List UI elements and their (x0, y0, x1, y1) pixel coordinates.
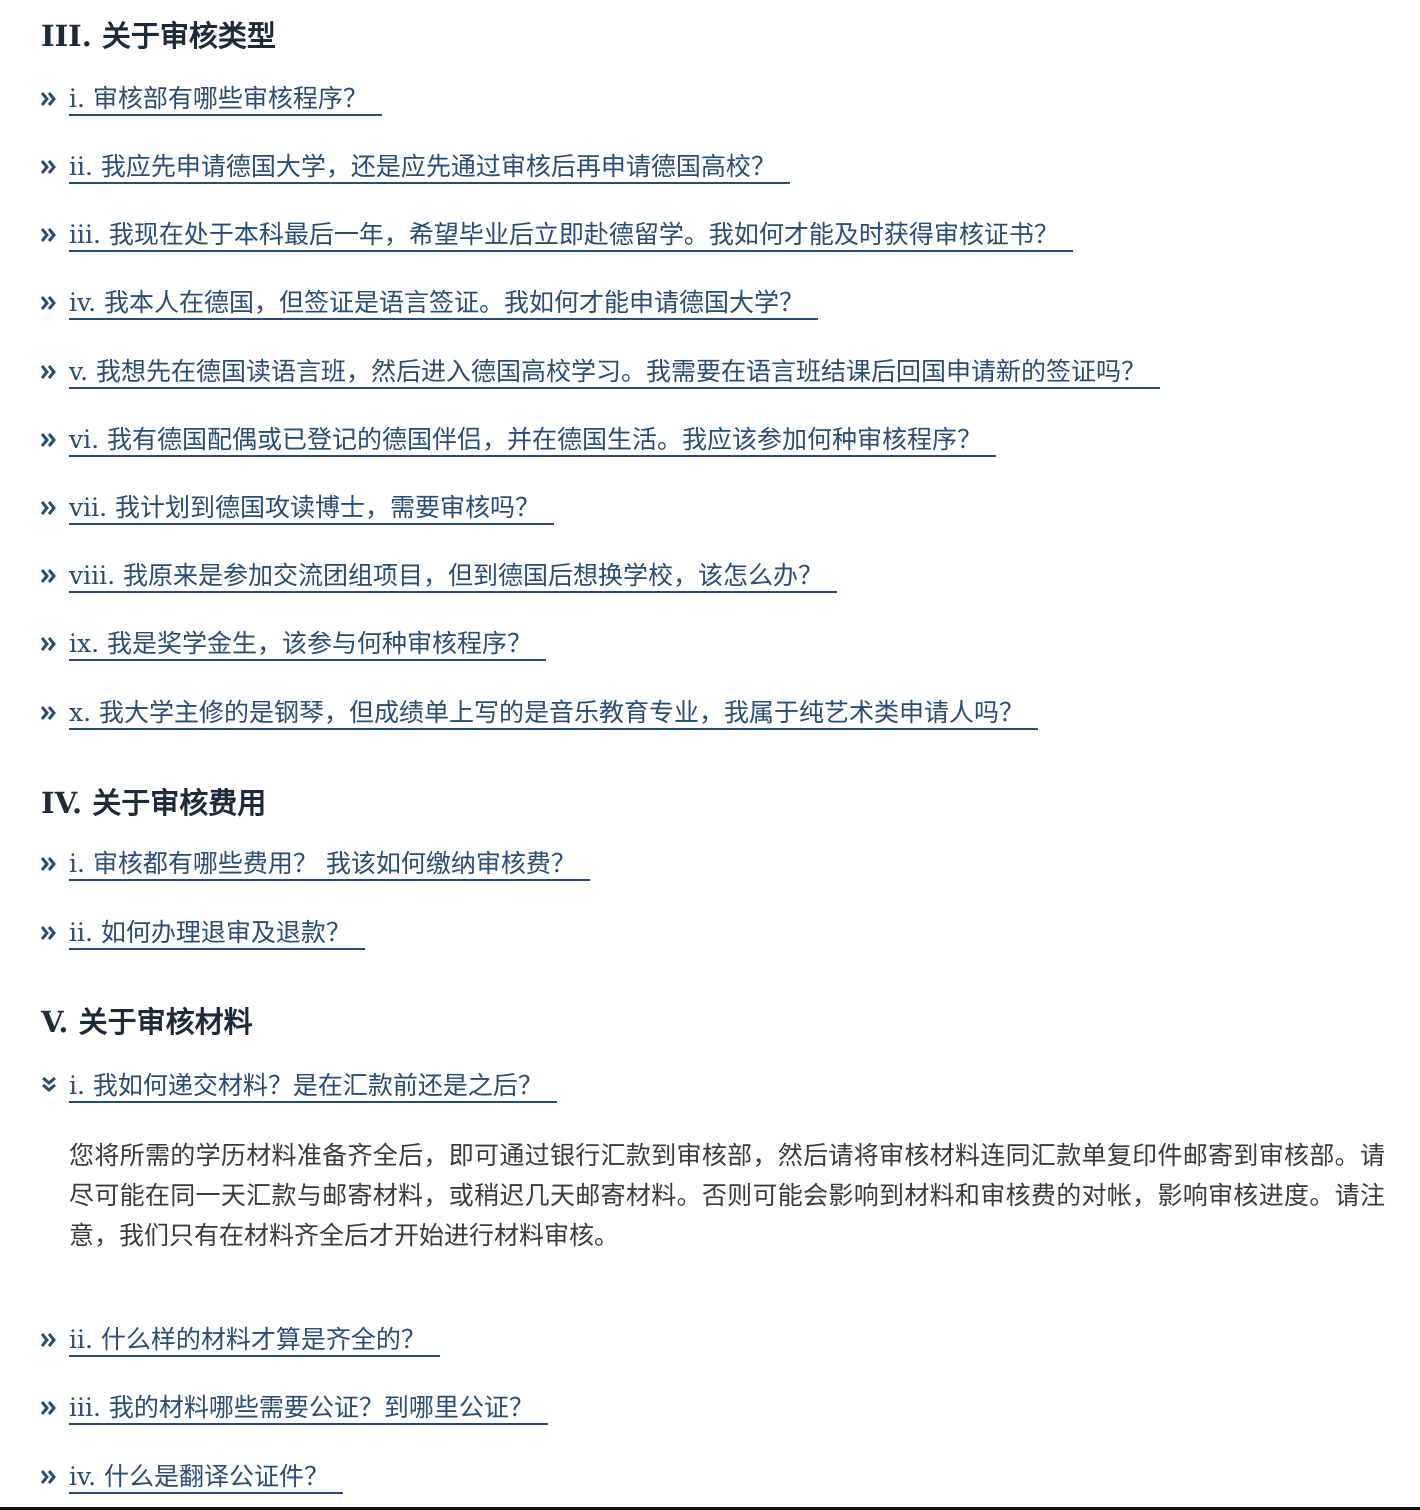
double-chevron-right-icon (39, 634, 59, 654)
double-chevron-right-icon (39, 566, 59, 586)
faq-link[interactable]: vii. 我计划到德国攻读博士，需要审核吗？ (69, 493, 555, 525)
faq-link[interactable]: i. 审核部有哪些审核程序？ (69, 84, 382, 116)
faq-item[interactable]: vii. 我计划到德国攻读博士，需要审核吗？ (39, 493, 555, 527)
double-chevron-right-icon (39, 1467, 59, 1487)
double-chevron-right-icon (39, 157, 59, 177)
faq-item[interactable]: viii. 我原来是参加交流团组项目，但到德国后想换学校，该怎么办？ (39, 561, 838, 595)
faq-link[interactable]: ii. 什么样的材料才算是齐全的？ (69, 1325, 440, 1357)
double-chevron-right-icon (39, 225, 59, 245)
double-chevron-right-icon (39, 703, 59, 723)
faq-item[interactable]: i. 审核部有哪些审核程序？ (39, 84, 382, 118)
double-chevron-right-icon (39, 854, 59, 874)
double-chevron-right-icon (39, 1398, 59, 1418)
faq-link[interactable]: ii. 我应先申请德国大学，还是应先通过审核后再申请德国高校？ (69, 152, 790, 184)
faq-item[interactable]: vi. 我有德国配偶或已登记的德国伴侣，并在德国生活。我应该参加何种审核程序？ (39, 425, 997, 459)
double-chevron-right-icon (39, 923, 59, 943)
faq-item-expanded[interactable]: i. 我如何递交材料？是在汇款前还是之后？ (39, 1071, 557, 1105)
faq-item[interactable]: iii. 我现在处于本科最后一年，希望毕业后立即赴德留学。我如何才能及时获得审核… (39, 220, 1073, 254)
faq-link[interactable]: i. 我如何递交材料？是在汇款前还是之后？ (69, 1071, 557, 1103)
faq-item[interactable]: ix. 我是奖学金生，该参与何种审核程序？ (39, 629, 546, 663)
faq-item[interactable]: ii. 我应先申请德国大学，还是应先通过审核后再申请德国高校？ (39, 152, 790, 186)
faq-link[interactable]: viii. 我原来是参加交流团组项目，但到德国后想换学校，该怎么办？ (69, 561, 838, 593)
faq-item[interactable]: ii. 如何办理退审及退款？ (39, 918, 365, 952)
faq-item[interactable]: iii. 我的材料哪些需要公证？到哪里公证？ (39, 1393, 548, 1427)
faq-answer: 您将所需的学历材料准备齐全后，即可通过银行汇款到审核部，然后请将审核材料连同汇款… (69, 1141, 1385, 1250)
section-title-audit-materials: V. 关于审核材料 (41, 1005, 253, 1039)
faq-item[interactable]: iv. 什么是翻译公证件？ (39, 1462, 344, 1496)
faq-item[interactable]: v. 我想先在德国读语言班，然后进入德国高校学习。我需要在语言班结课后回国申请新… (39, 357, 1161, 391)
double-chevron-right-icon (39, 1330, 59, 1350)
faq-item[interactable]: ii. 什么样的材料才算是齐全的？ (39, 1325, 440, 1359)
double-chevron-right-icon (39, 293, 59, 313)
double-chevron-right-icon (39, 362, 59, 382)
faq-link[interactable]: iv. 我本人在德国，但签证是语言签证。我如何才能申请德国大学？ (69, 288, 819, 320)
faq-link[interactable]: ix. 我是奖学金生，该参与何种审核程序？ (69, 629, 546, 661)
faq-link[interactable]: iv. 什么是翻译公证件？ (69, 1462, 344, 1494)
faq-link[interactable]: x. 我大学主修的是钢琴，但成绩单上写的是音乐教育专业，我属于纯艺术类申请人吗？ (69, 698, 1038, 730)
faq-link[interactable]: iii. 我的材料哪些需要公证？到哪里公证？ (69, 1393, 548, 1425)
faq-link[interactable]: vi. 我有德国配偶或已登记的德国伴侣，并在德国生活。我应该参加何种审核程序？ (69, 425, 997, 457)
section-title-audit-fees: IV. 关于审核费用 (41, 786, 267, 820)
double-chevron-right-icon (39, 430, 59, 450)
faq-link[interactable]: v. 我想先在德国读语言班，然后进入德国高校学习。我需要在语言班结课后回国申请新… (69, 357, 1161, 389)
faq-item[interactable]: iv. 我本人在德国，但签证是语言签证。我如何才能申请德国大学？ (39, 288, 819, 322)
faq-link[interactable]: i. 审核都有哪些费用？ 我该如何缴纳审核费？ (69, 849, 590, 881)
faq-item[interactable]: x. 我大学主修的是钢琴，但成绩单上写的是音乐教育专业，我属于纯艺术类申请人吗？ (39, 698, 1038, 732)
faq-item[interactable]: i. 审核都有哪些费用？ 我该如何缴纳审核费？ (39, 849, 590, 883)
section-title-audit-types: III. 关于审核类型 (41, 19, 276, 53)
double-chevron-right-icon (39, 89, 59, 109)
faq-link[interactable]: ii. 如何办理退审及退款？ (69, 918, 365, 950)
faq-link[interactable]: iii. 我现在处于本科最后一年，希望毕业后立即赴德留学。我如何才能及时获得审核… (69, 220, 1073, 252)
faq-page: III. 关于审核类型 i. 审核部有哪些审核程序？ ii. 我应先申请德国大学… (0, 0, 1420, 1510)
double-chevron-right-icon (39, 498, 59, 518)
double-chevron-down-icon (39, 1076, 59, 1096)
